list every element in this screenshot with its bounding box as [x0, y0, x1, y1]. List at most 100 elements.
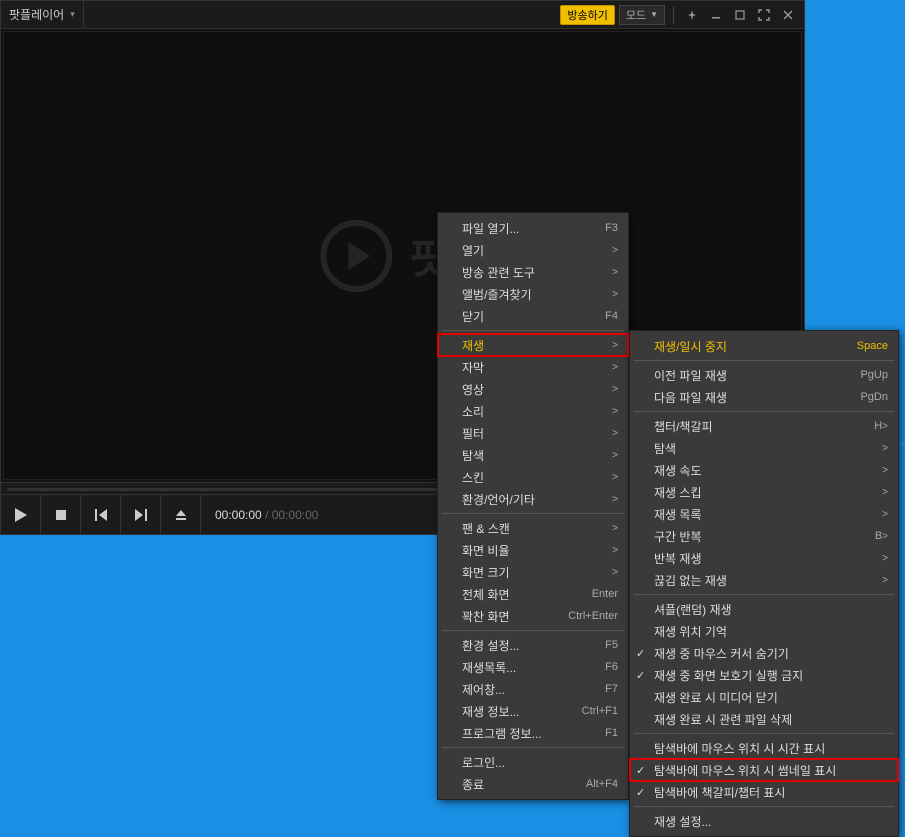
menu-item[interactable]: 재생/일시 중지Space	[630, 335, 898, 357]
menu-item-label: 탐색	[654, 440, 882, 457]
submenu-arrow-icon: >	[882, 531, 888, 542]
play-button[interactable]	[1, 495, 41, 535]
menu-shortcut: F6	[605, 661, 618, 673]
menu-item-label: 재생목록...	[462, 659, 595, 676]
menu-item[interactable]: 이전 파일 재생PgUp	[630, 364, 898, 386]
menu-shortcut: Space	[857, 340, 888, 352]
menu-item[interactable]: 끊김 없는 재생>	[630, 569, 898, 591]
menu-item-label: 재생 설정...	[654, 813, 888, 830]
check-icon: ✓	[636, 647, 645, 660]
menu-item[interactable]: 재생 정보...Ctrl+F1	[438, 700, 628, 722]
menu-shortcut: Ctrl+Enter	[568, 610, 618, 622]
menu-item[interactable]: 화면 크기>	[438, 561, 628, 583]
menu-item-label: 반복 재생	[654, 550, 882, 567]
context-menu-main: 파일 열기...F3열기>방송 관련 도구>앨범/즐겨찾기>닫기F4재생>자막>…	[437, 212, 629, 800]
menu-item[interactable]: 꽉찬 화면Ctrl+Enter	[438, 605, 628, 627]
menu-item[interactable]: 제어창...F7	[438, 678, 628, 700]
submenu-arrow-icon: >	[612, 567, 618, 578]
menu-item[interactable]: 탐색바에 마우스 위치 시 시간 표시	[630, 737, 898, 759]
next-button[interactable]	[121, 495, 161, 535]
menu-item[interactable]: 팬 & 스캔>	[438, 517, 628, 539]
context-menu-playback: 재생/일시 중지Space 이전 파일 재생PgUp다음 파일 재생PgDn 챕터/…	[629, 330, 899, 837]
menu-item[interactable]: 소리>	[438, 400, 628, 422]
submenu-arrow-icon: >	[612, 362, 618, 373]
menu-item-label: 앨범/즐겨찾기	[462, 286, 612, 303]
menu-item[interactable]: ✓재생 중 마우스 커서 숨기기	[630, 642, 898, 664]
menu-item[interactable]: 방송 관련 도구>	[438, 261, 628, 283]
menu-item[interactable]: 전체 화면Enter	[438, 583, 628, 605]
menu-item[interactable]: 재생 속도>	[630, 459, 898, 481]
mode-button[interactable]: 모드 ▼	[619, 5, 665, 25]
eject-button[interactable]	[161, 495, 201, 535]
submenu-arrow-icon: >	[612, 428, 618, 439]
menu-item[interactable]: ✓탐색바에 책갈피/챕터 표시	[630, 781, 898, 803]
chevron-down-icon: ▾	[70, 9, 75, 20]
menu-shortcut: B	[875, 530, 882, 542]
menu-item[interactable]: 반복 재생>	[630, 547, 898, 569]
menu-item-label: 환경/언어/기타	[462, 491, 612, 508]
time-display: 00:00:00 / 00:00:00	[201, 508, 332, 522]
menu-item[interactable]: 재생>	[438, 334, 628, 356]
menu-separator	[442, 747, 624, 748]
menu-item[interactable]: 닫기F4	[438, 305, 628, 327]
fullscreen-button[interactable]	[754, 5, 774, 25]
minimize-button[interactable]	[706, 5, 726, 25]
check-icon: ✓	[636, 786, 645, 799]
menu-item[interactable]: 자막>	[438, 356, 628, 378]
menu-item[interactable]: ✓재생 중 화면 보호기 실행 금지	[630, 664, 898, 686]
menu-separator	[634, 806, 894, 807]
menu-separator	[442, 630, 624, 631]
menu-item-label: 화면 비율	[462, 542, 612, 559]
menu-item[interactable]: 재생 위치 기억	[630, 620, 898, 642]
menu-item[interactable]: 재생 완료 시 관련 파일 삭제	[630, 708, 898, 730]
menu-item[interactable]: 종료Alt+F4	[438, 773, 628, 795]
submenu-arrow-icon: >	[612, 523, 618, 534]
menu-item[interactable]: 환경/언어/기타>	[438, 488, 628, 510]
menu-item[interactable]: 프로그램 정보...F1	[438, 722, 628, 744]
menu-item[interactable]: 재생 설정...	[630, 810, 898, 832]
menu-shortcut: F7	[605, 683, 618, 695]
menu-item-label: 전체 화면	[462, 586, 582, 603]
close-button[interactable]	[778, 5, 798, 25]
menu-item-label: 셔플(랜덤) 재생	[654, 601, 888, 618]
submenu-arrow-icon: >	[612, 340, 618, 351]
prev-button[interactable]	[81, 495, 121, 535]
menu-item-label: 닫기	[462, 308, 595, 325]
submenu-arrow-icon: >	[612, 267, 618, 278]
pin-button[interactable]	[682, 5, 702, 25]
submenu-arrow-icon: >	[612, 472, 618, 483]
menu-item[interactable]: 로그인...	[438, 751, 628, 773]
menu-item[interactable]: 화면 비율>	[438, 539, 628, 561]
menu-item[interactable]: 앨범/즐겨찾기>	[438, 283, 628, 305]
submenu-arrow-icon: >	[882, 553, 888, 564]
menu-item[interactable]: 재생 완료 시 미디어 닫기	[630, 686, 898, 708]
menu-item[interactable]: 다음 파일 재생PgDn	[630, 386, 898, 408]
menu-item[interactable]: ✓탐색바에 마우스 위치 시 썸네일 표시	[630, 759, 898, 781]
maximize-button[interactable]	[730, 5, 750, 25]
menu-item[interactable]: 필터>	[438, 422, 628, 444]
menu-item[interactable]: 구간 반복B>	[630, 525, 898, 547]
menu-item[interactable]: 재생 목록>	[630, 503, 898, 525]
menu-shortcut: PgUp	[860, 369, 888, 381]
menu-item[interactable]: 영상>	[438, 378, 628, 400]
menu-separator	[634, 360, 894, 361]
menu-item[interactable]: 열기>	[438, 239, 628, 261]
menu-item[interactable]: 탐색>	[630, 437, 898, 459]
menu-item[interactable]: 파일 열기...F3	[438, 217, 628, 239]
submenu-arrow-icon: >	[612, 289, 618, 300]
submenu-arrow-icon: >	[612, 450, 618, 461]
menu-item[interactable]: 챕터/책갈피H>	[630, 415, 898, 437]
menu-item-label: 재생 정보...	[462, 703, 572, 720]
menu-item[interactable]: 재생 스킵>	[630, 481, 898, 503]
menu-item[interactable]: 탐색>	[438, 444, 628, 466]
title-menu[interactable]: 팟플레이어 ▾	[1, 1, 84, 28]
menu-item[interactable]: 스킨>	[438, 466, 628, 488]
menu-item-label: 다음 파일 재생	[654, 389, 850, 406]
menu-item[interactable]: 재생목록... F6	[438, 656, 628, 678]
menu-item-label: 자막	[462, 359, 612, 376]
menu-item[interactable]: 환경 설정...F5	[438, 634, 628, 656]
broadcast-button[interactable]: 방송하기	[560, 5, 614, 25]
menu-item[interactable]: 셔플(랜덤) 재생	[630, 598, 898, 620]
menu-item-label: 재생 스킵	[654, 484, 882, 501]
stop-button[interactable]	[41, 495, 81, 535]
